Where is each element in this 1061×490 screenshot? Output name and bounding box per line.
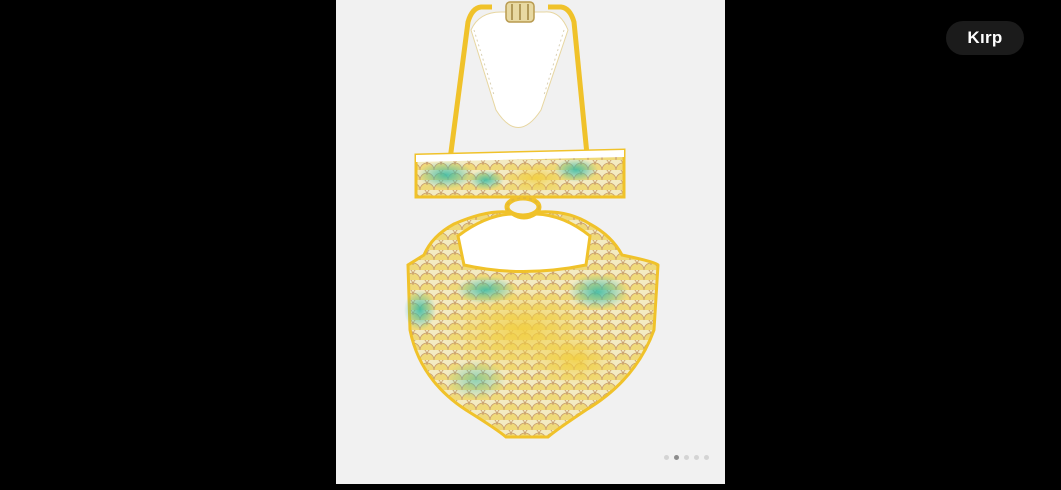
halter-straps <box>445 1 592 176</box>
product-photo[interactable] <box>336 0 725 484</box>
crop-button[interactable]: Kırp <box>946 21 1024 55</box>
carousel-indicator <box>664 455 709 460</box>
carousel-dot-active[interactable] <box>674 455 679 460</box>
swimsuit-image <box>404 1 660 439</box>
carousel-dot[interactable] <box>704 455 709 460</box>
carousel-dot[interactable] <box>664 455 669 460</box>
carousel-dot[interactable] <box>684 455 689 460</box>
bikini-bottom <box>404 210 660 439</box>
carousel-dot[interactable] <box>694 455 699 460</box>
bikini-top <box>414 148 626 199</box>
